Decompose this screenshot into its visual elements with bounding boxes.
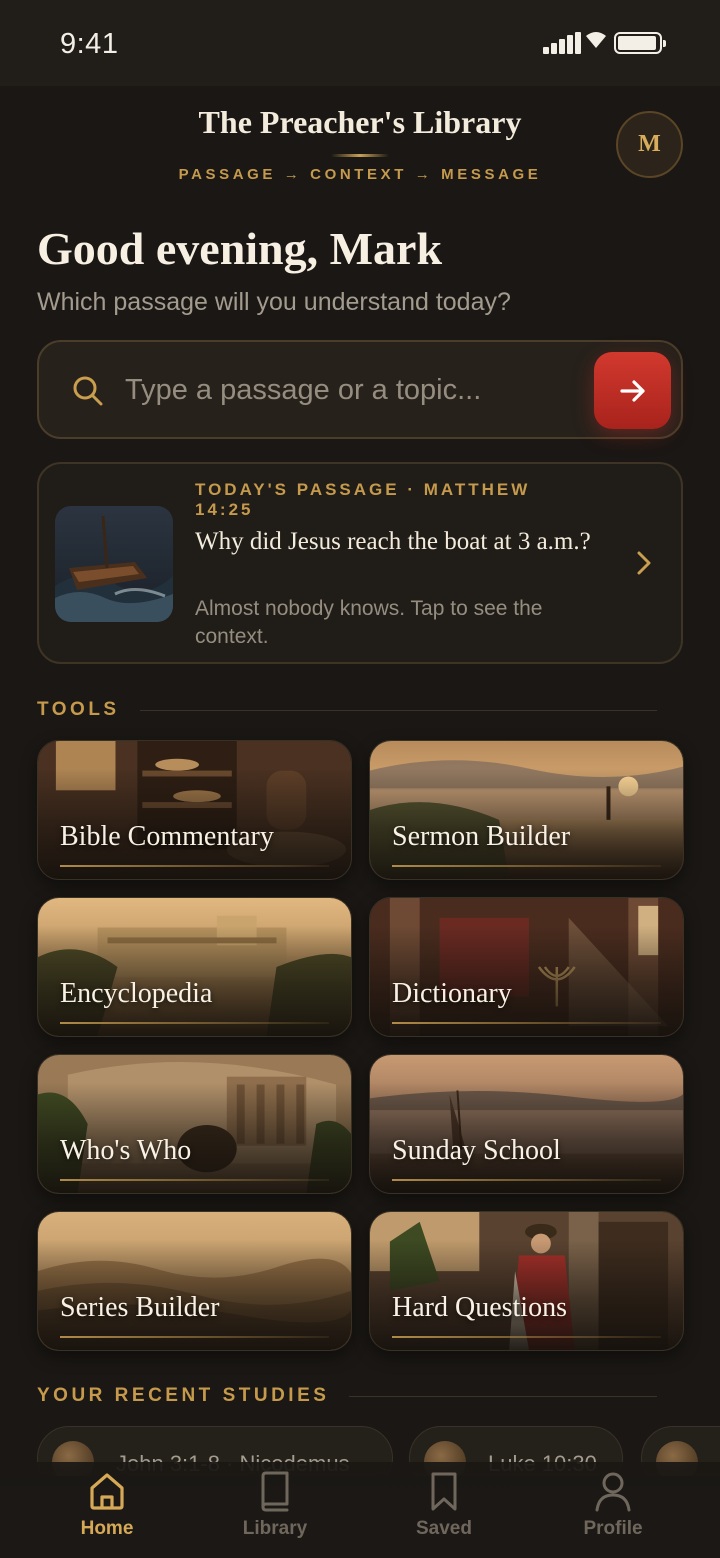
tool-label: Dictionary <box>392 978 512 1009</box>
tab-label: Library <box>242 1518 308 1539</box>
search-input[interactable] <box>125 370 585 410</box>
search-icon <box>73 376 103 406</box>
app-title: The Preacher's Library <box>198 104 522 140</box>
tab-label: Home <box>80 1518 134 1539</box>
tab-saved[interactable]: Saved <box>384 1470 504 1554</box>
recent-studies-heading: YOUR RECENT STUDIES <box>37 1385 330 1406</box>
stormy-boat-image <box>55 506 173 622</box>
tool-tile-dictionary[interactable]: Dictionary <box>369 897 684 1037</box>
search-submit-button[interactable] <box>594 352 671 429</box>
app-tagline: PASSAGE → CONTEXT → MESSAGE <box>178 166 542 183</box>
arrow-right-icon <box>619 379 645 402</box>
tool-label: Hard Questions <box>392 1292 567 1323</box>
todays-passage-title: Why did Jesus reach the boat at 3 a.m.? <box>195 528 591 555</box>
cellular-signal-icon <box>543 32 581 54</box>
search-bar <box>37 340 683 439</box>
tool-tile-encyclopedia[interactable]: Encyclopedia <box>37 897 352 1037</box>
tab-label: Profile <box>583 1518 643 1539</box>
tab-label: Saved <box>416 1518 472 1539</box>
greeting-subtitle: Which passage will you understand today? <box>37 288 511 316</box>
tool-label: Sunday School <box>392 1135 561 1166</box>
tool-tile-series-builder[interactable]: Series Builder <box>37 1211 352 1351</box>
profile-avatar-button[interactable]: M <box>616 111 683 178</box>
status-time: 9:41 <box>60 28 119 60</box>
tool-label: Who's Who <box>60 1135 192 1166</box>
tool-tile-sermon-builder[interactable]: Sermon Builder <box>369 740 684 880</box>
status-bar: 9:41 <box>0 0 720 86</box>
tab-profile[interactable]: Profile <box>553 1470 673 1554</box>
tab-home[interactable]: Home <box>47 1470 167 1554</box>
tool-tile-sunday-school[interactable]: Sunday School <box>369 1054 684 1194</box>
home-icon <box>90 1473 124 1510</box>
battery-icon <box>614 32 666 54</box>
tab-library[interactable]: Library <box>215 1470 335 1554</box>
tool-tile-bible-commentary[interactable]: Bible Commentary <box>37 740 352 880</box>
todays-passage-card[interactable]: TODAY'S PASSAGE · MATTHEW 14:25 Why did … <box>37 462 683 664</box>
book-icon <box>261 1471 289 1512</box>
title-divider <box>331 154 389 157</box>
tool-label: Series Builder <box>60 1292 220 1323</box>
tool-tile-hard-questions[interactable]: Hard Questions <box>369 1211 684 1351</box>
tools-heading: TOOLS <box>37 699 120 720</box>
chevron-right-icon <box>637 551 651 575</box>
tool-tile-whos-who[interactable]: Who's Who <box>37 1054 352 1194</box>
wifi-icon <box>586 32 606 48</box>
person-icon <box>595 1472 631 1512</box>
section-divider <box>349 1395 657 1397</box>
todays-passage-subtitle: Almost nobody knows. Tap to see the cont… <box>195 597 543 648</box>
section-divider <box>139 709 657 711</box>
bottom-tab-bar: Home Library Saved Profile <box>0 1462 720 1558</box>
greeting-headline: Good evening, Mark <box>37 223 443 274</box>
todays-passage-eyebrow: TODAY'S PASSAGE · MATTHEW 14:25 <box>195 480 531 519</box>
tool-label: Encyclopedia <box>60 978 213 1009</box>
tool-label: Sermon Builder <box>392 821 571 852</box>
bookmark-icon <box>431 1472 457 1511</box>
tool-label: Bible Commentary <box>60 821 274 852</box>
recent-studies-section-header: YOUR RECENT STUDIES <box>37 1384 657 1408</box>
tools-section-header: TOOLS <box>37 698 657 722</box>
